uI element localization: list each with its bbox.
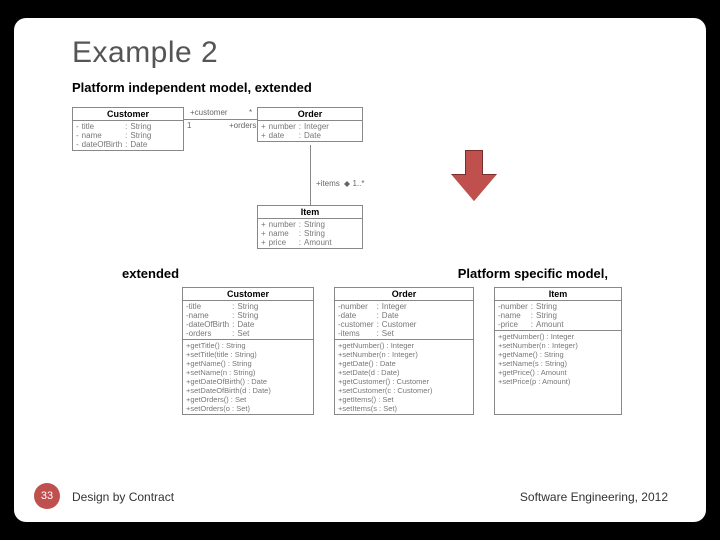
uml-class-name: Order [258, 108, 362, 121]
uml-attrs: -number:String -name:String -price:Amoun… [495, 301, 621, 330]
slide: Example 2 Platform independent model, ex… [14, 18, 706, 522]
uml-attrs: -title:String -name:String -dateOfBirth:… [73, 121, 183, 150]
diamond-icon [344, 181, 350, 187]
uml-attrs: -title:String -name:String -dateOfBirth:… [183, 301, 313, 339]
uml-ops: +getTitle() : String +setTitle(title : S… [183, 339, 313, 414]
assoc-line-order-item [310, 145, 311, 205]
uml-class-name: Customer [183, 288, 313, 301]
uml-class-name: Item [258, 206, 362, 219]
uml-attrs: +number:String +name:String +price:Amoun… [258, 219, 362, 248]
assoc-mult-star: * [249, 108, 252, 117]
assoc-mult-1: 1 [187, 121, 191, 130]
psm-extended-label: extended [122, 266, 179, 281]
page-number-badge: 33 [34, 483, 60, 509]
uml-class-order-psm: Order -number:Integer -date:Date -custom… [334, 287, 474, 415]
uml-class-name: Order [335, 288, 473, 301]
uml-attrs: -number:Integer -date:Date -customer:Cus… [335, 301, 473, 339]
uml-ops: +getNumber() : Integer +setNumber(n : In… [495, 330, 621, 387]
uml-class-name: Item [495, 288, 621, 301]
uml-class-customer-psm: Customer -title:String -name:String -dat… [182, 287, 314, 415]
pim-diagram: Customer -title:String -name:String -dat… [72, 103, 668, 268]
pim-subtitle: Platform independent model, extended [72, 80, 668, 95]
transformation-arrow-icon [452, 150, 496, 204]
uml-class-item: Item +number:String +name:String +price:… [257, 205, 363, 249]
footer-left-text: Design by Contract [72, 490, 174, 504]
uml-class-customer: Customer -title:String -name:String -dat… [72, 107, 184, 151]
psm-diagram: Customer -title:String -name:String -dat… [72, 287, 668, 415]
slide-footer: 33 Design by Contract Software Engineeri… [72, 490, 668, 504]
uml-class-name: Customer [73, 108, 183, 121]
uml-ops: +getNumber() : Integer +setNumber(n : In… [335, 339, 473, 414]
assoc-role-customer: +customer [190, 108, 228, 117]
slide-title: Example 2 [72, 36, 668, 70]
uml-class-order: Order +number:Integer +date:Date [257, 107, 363, 142]
uml-attrs: +number:Integer +date:Date [258, 121, 362, 141]
footer-right-text: Software Engineering, 2012 [520, 490, 668, 504]
psm-label: Platform specific model, [458, 266, 608, 281]
assoc-role-orders: +orders [229, 121, 256, 130]
uml-class-item-psm: Item -number:String -name:String -price:… [494, 287, 622, 415]
assoc-line-customer-order [184, 119, 257, 120]
assoc-role-items: +items 1..* [316, 179, 365, 188]
